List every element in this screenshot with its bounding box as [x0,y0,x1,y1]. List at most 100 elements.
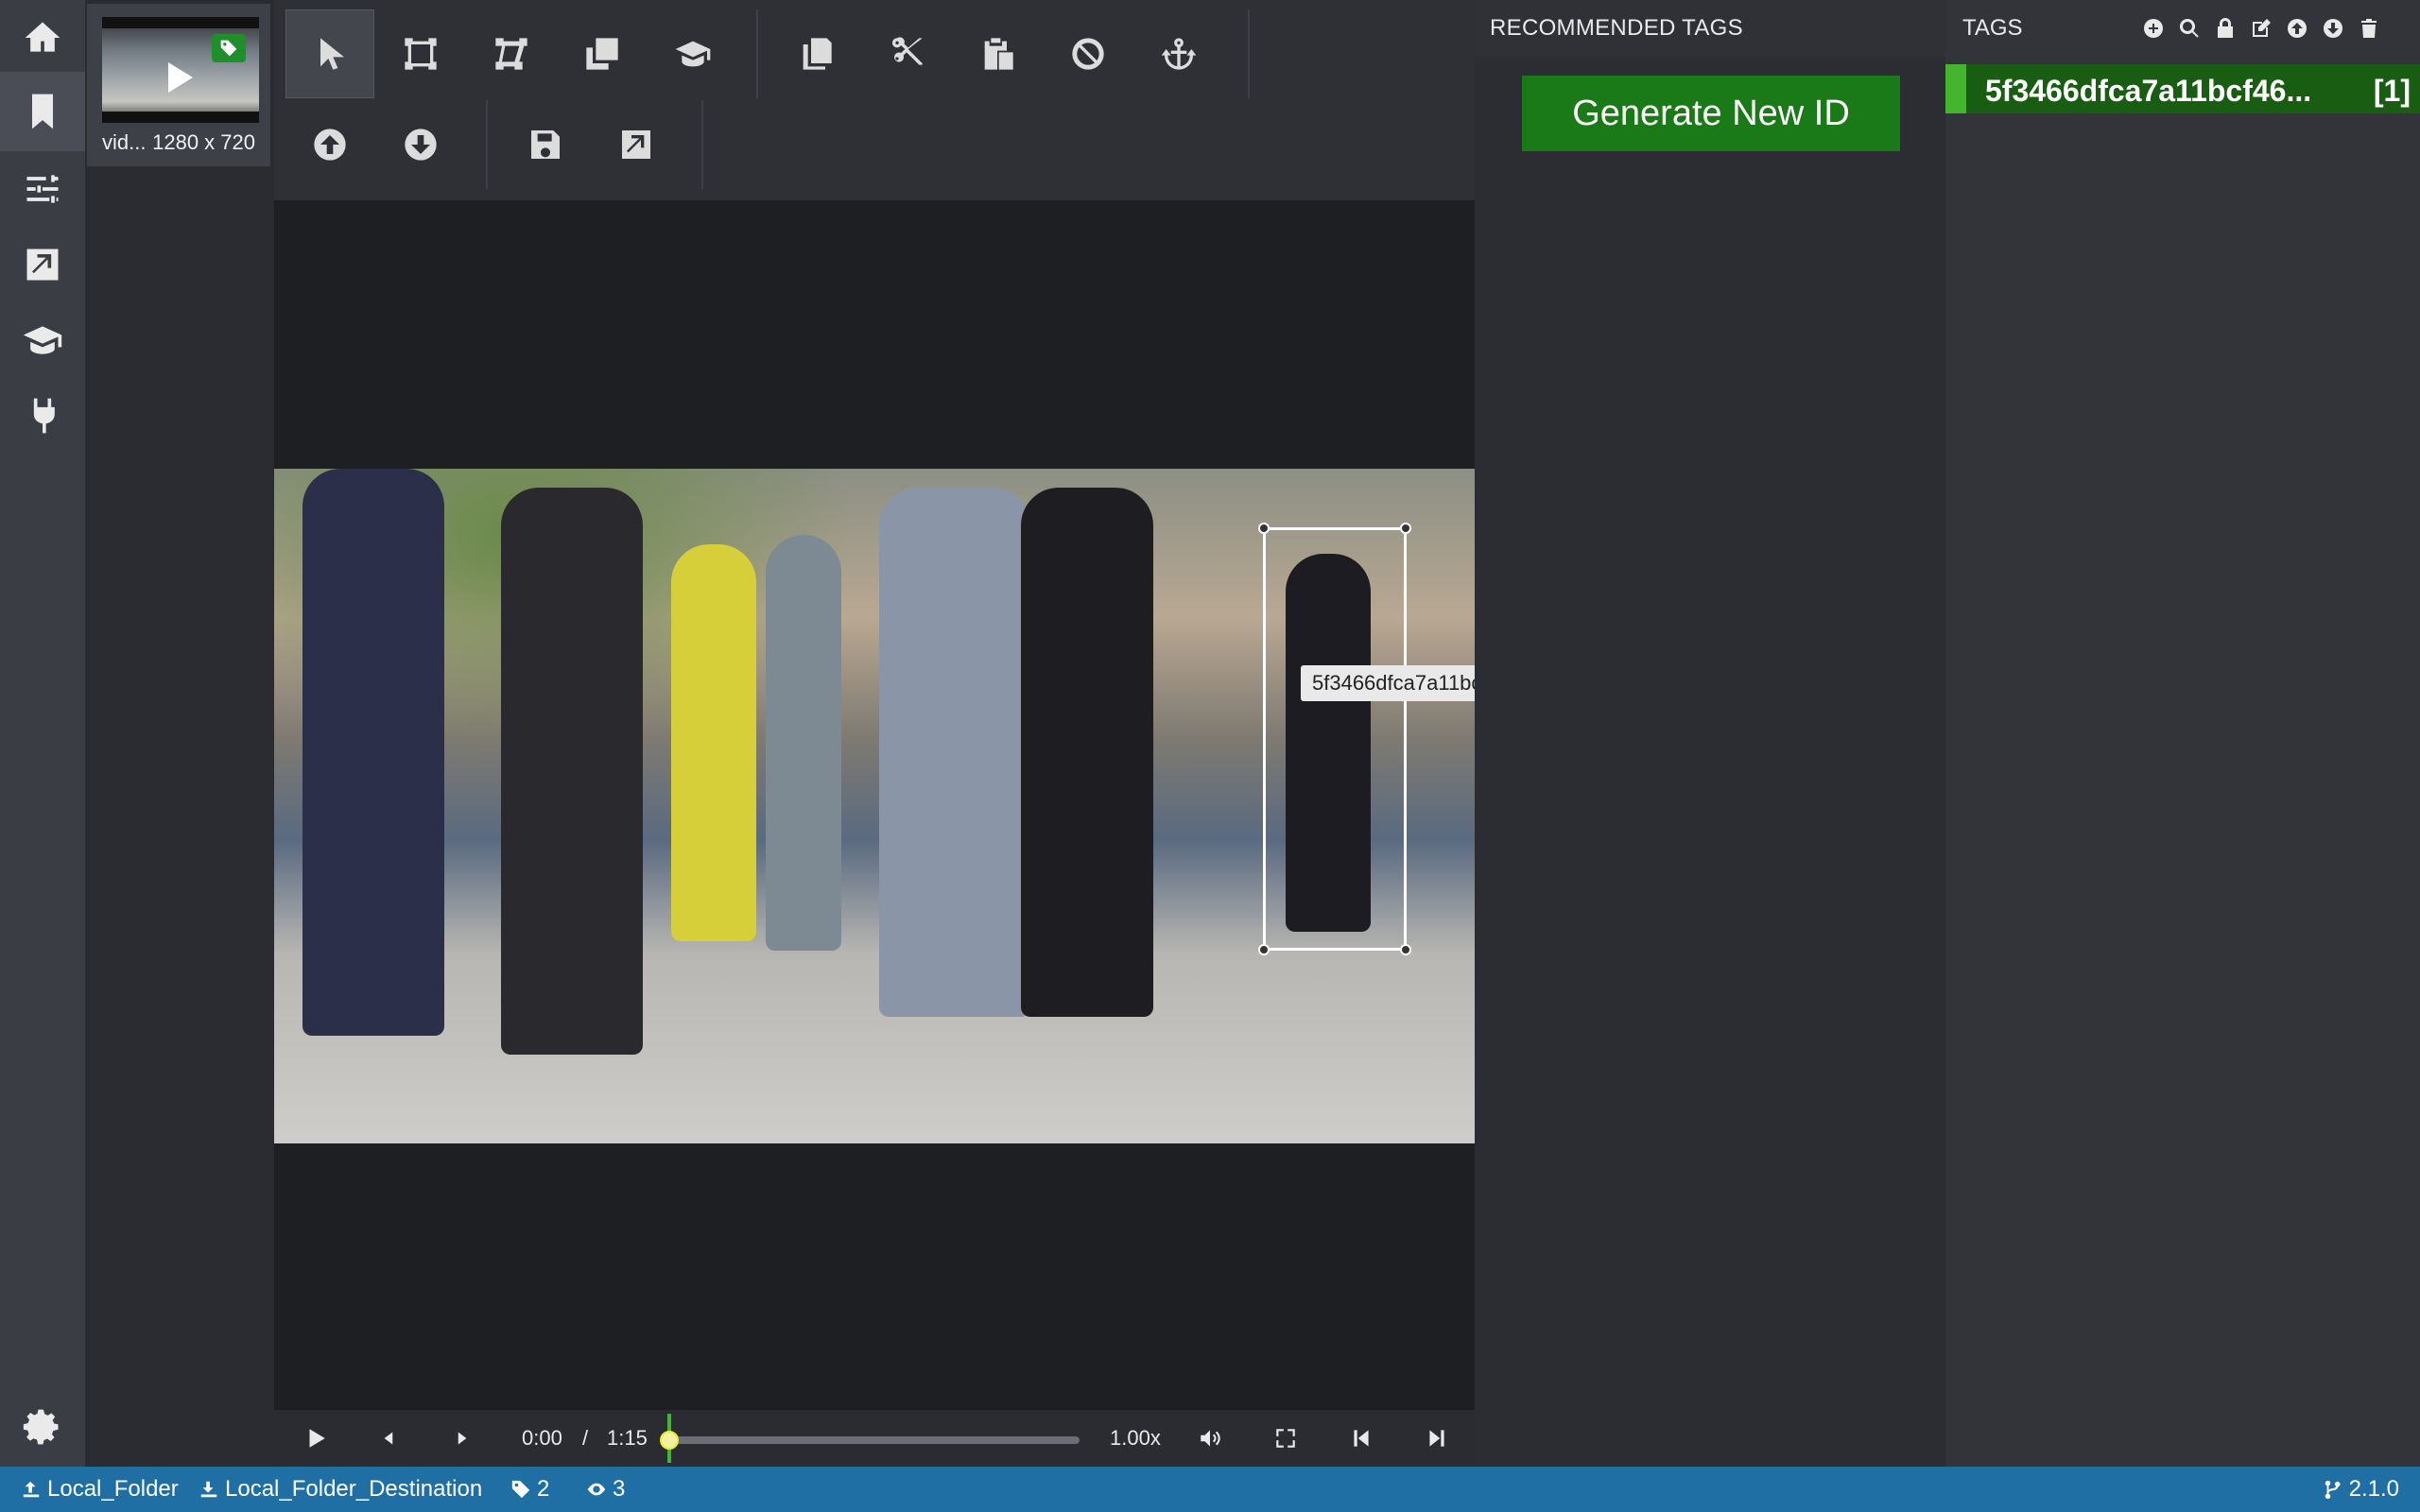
plug-icon [30,398,55,434]
resize-handle[interactable] [1258,523,1270,534]
add-tag-button[interactable] [2140,15,2167,42]
tag-name: 5f3466dfca7a11bcf46... [1985,74,2312,108]
nav-connections[interactable] [0,378,85,454]
move-tag-up-button[interactable] [2284,15,2310,42]
tag-icon [220,40,237,57]
current-time: 0:00 [522,1426,562,1450]
scene-figure [671,544,756,941]
nav-editor[interactable] [0,72,85,151]
letterbox-top [102,17,259,28]
nav-home[interactable] [0,0,85,76]
region-bounding-box[interactable] [1258,523,1411,955]
resize-handle[interactable] [1400,944,1411,955]
arrow-circle-up-icon [2288,19,2307,38]
tags-title: TAGS [1962,15,2023,41]
previous-asset-button[interactable] [285,100,374,189]
clear-regions-button[interactable] [1044,9,1132,98]
source-connection-label: Local_Folder [47,1476,179,1502]
tag-color-swatch[interactable] [1945,64,1966,113]
bookmark-icon [32,94,53,129]
time-separator: / [582,1426,589,1450]
lock-tag-button[interactable] [2212,15,2238,42]
polygon-tool-button[interactable] [467,9,556,98]
copy-rectangle-button[interactable] [558,9,647,98]
volume-button[interactable] [1189,1418,1231,1459]
tag-count-status: 2 [510,1476,549,1503]
select-tool-button[interactable] [285,9,374,98]
pointer-icon [320,38,344,70]
scene-figure [501,488,643,1055]
nav-active-learning[interactable] [0,302,85,378]
visited-count-status: 3 [586,1476,625,1503]
anchor-icon [1161,38,1197,70]
asset-list: vid... 1280 x 720 [85,0,274,1467]
video-frame[interactable] [274,469,1475,1143]
nav-app-settings[interactable] [0,1389,85,1465]
target-connection-label: Local_Folder_Destination [225,1476,483,1502]
generate-new-id-button[interactable]: Generate New ID [1522,76,1900,151]
editor-canvas[interactable]: 5f3466dfca7a11bcf4648d85 [274,200,1581,1410]
edit-tag-button[interactable] [2248,15,2274,42]
edit-icon [2253,19,2271,37]
scene-figure [302,469,444,1036]
next-frame-button[interactable] [441,1418,482,1459]
source-connection: Local_Folder [21,1476,179,1503]
move-tag-down-button[interactable] [2320,15,2346,42]
duration: 1:15 [607,1426,648,1450]
toolbar-separator [756,9,758,98]
tags-panel: TAGS 5f3466dfca7a11bcf46... [1] [1945,0,2420,1467]
lock-icon [2218,18,2233,38]
delete-tag-button[interactable] [2356,15,2382,42]
copy-icon [803,38,832,70]
lock-tags-button[interactable] [1134,9,1223,98]
asset-card[interactable]: vid... 1280 x 720 [87,4,270,166]
scene-figure [879,488,1030,1017]
step-backward-icon [1354,1430,1369,1447]
export-button[interactable] [592,100,681,189]
resize-handle[interactable] [1400,523,1411,534]
timeline-slider[interactable] [660,1431,1080,1450]
timeline-thumb[interactable] [660,1431,679,1450]
paste-button[interactable] [953,9,1042,98]
trash-icon [2361,19,2377,38]
previous-tagged-frame-button[interactable] [1340,1418,1382,1459]
caret-right-icon [458,1432,467,1445]
nav-export[interactable] [0,227,85,302]
polygon-icon [495,38,527,70]
previous-frame-button[interactable] [369,1418,410,1459]
visited-count-value: 3 [613,1476,626,1502]
next-tagged-frame-button[interactable] [1416,1418,1458,1459]
scene-figure [1021,488,1153,1017]
recommended-tags-title: RECOMMENDED TAGS [1490,15,1743,41]
tag-count: [1] [2373,74,2411,108]
copy-button[interactable] [771,9,860,98]
tagged-badge [212,34,246,62]
toolbar-separator [1248,9,1250,98]
playback-rate[interactable]: 1.00x [1110,1426,1161,1451]
upload-icon [23,1481,40,1498]
play-button[interactable] [295,1418,337,1459]
play-icon [168,62,193,93]
cut-button[interactable] [862,9,951,98]
resize-handle[interactable] [1258,944,1270,955]
nav-settings-sliders[interactable] [0,151,85,227]
status-bar: Local_Folder Local_Folder_Destination 2 … [0,1467,2420,1512]
graduation-cap-icon [23,326,62,354]
tag-item[interactable]: 5f3466dfca7a11bcf46... [1] [1945,64,2420,113]
eye-icon [587,1483,606,1496]
rectangle-tool-button[interactable] [376,9,465,98]
asset-name: vid... [102,130,147,154]
video-player-controls: 0:00 / 1:15 1.00x [274,1410,1475,1467]
home-icon [25,22,60,52]
search-tags-button[interactable] [2176,15,2203,42]
save-icon [531,130,560,159]
app-version: 2.1.0 [2323,1476,2399,1503]
save-button[interactable] [501,100,590,189]
volume-icon [1201,1430,1220,1447]
tag-count-value: 2 [537,1476,550,1502]
left-nav [0,0,85,1467]
active-learning-button[interactable] [648,9,737,98]
next-asset-button[interactable] [376,100,465,189]
fullscreen-button[interactable] [1265,1418,1306,1459]
previous-asset-icon [314,129,346,161]
